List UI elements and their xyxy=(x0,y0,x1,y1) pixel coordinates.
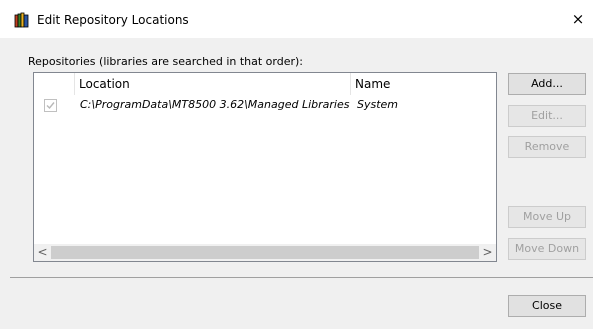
separator xyxy=(10,277,593,278)
edit-button[interactable]: Edit... xyxy=(508,105,586,127)
enabled-checkbox[interactable] xyxy=(44,99,57,112)
location-cell: C:\ProgramData\MT8500 3.62\Managed Libra… xyxy=(80,98,350,111)
repositories-label: Repositories (libraries are searched in … xyxy=(28,55,304,68)
horizontal-scrollbar[interactable]: < > xyxy=(34,244,496,261)
books-icon xyxy=(14,12,30,28)
add-button[interactable]: Add... xyxy=(508,73,586,95)
name-cell: System xyxy=(357,98,399,111)
scroll-left-icon[interactable]: < xyxy=(34,244,51,261)
list-header: Location Name xyxy=(34,73,496,95)
column-header-location[interactable]: Location xyxy=(74,73,351,95)
scroll-right-icon[interactable]: > xyxy=(479,244,496,261)
edit-repository-dialog: Edit Repository Locations × Repositories… xyxy=(0,0,593,329)
move-down-button[interactable]: Move Down xyxy=(508,238,586,260)
column-header-name[interactable]: Name xyxy=(351,73,481,95)
repositories-list[interactable]: Location Name C:\ProgramData\MT8500 3.62… xyxy=(33,72,497,262)
table-row[interactable]: C:\ProgramData\MT8500 3.62\Managed Libra… xyxy=(34,95,496,116)
move-up-button[interactable]: Move Up xyxy=(508,206,586,228)
column-header-enabled[interactable] xyxy=(34,73,74,95)
title-bar: Edit Repository Locations × xyxy=(0,0,593,38)
check-icon xyxy=(46,102,55,110)
close-button[interactable]: Close xyxy=(508,295,586,317)
close-icon[interactable]: × xyxy=(563,6,593,32)
scrollbar-thumb[interactable] xyxy=(51,246,479,259)
dialog-title: Edit Repository Locations xyxy=(37,13,189,27)
remove-button[interactable]: Remove xyxy=(508,136,586,158)
